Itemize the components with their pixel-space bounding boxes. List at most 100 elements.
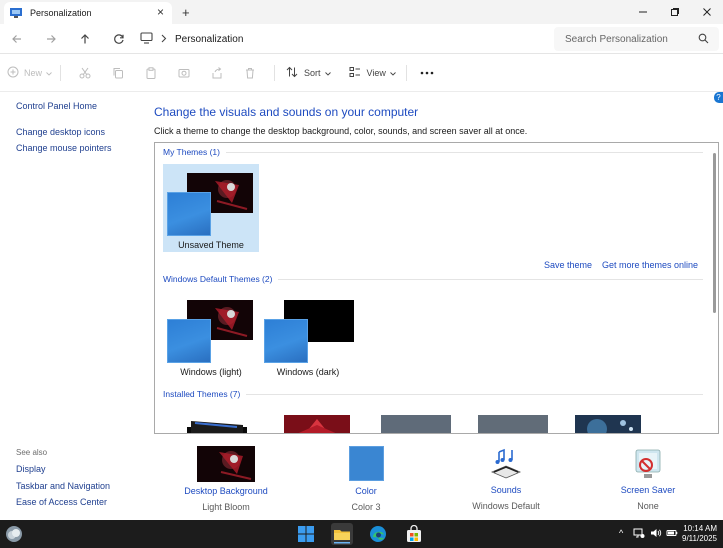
chevron-down-icon — [46, 68, 52, 78]
divider — [405, 65, 407, 81]
installed-theme-preview[interactable] — [575, 415, 641, 433]
control-panel-icon — [10, 8, 22, 18]
divider — [274, 65, 276, 81]
new-tab-button[interactable]: + — [182, 5, 190, 20]
change-mouse-pointers-link[interactable]: Change mouse pointers — [16, 143, 112, 153]
desktop-background-preview — [197, 446, 255, 482]
sort-label: Sort — [304, 68, 321, 78]
control-panel-home-link[interactable]: Control Panel Home — [16, 101, 97, 111]
change-desktop-icons-link[interactable]: Change desktop icons — [16, 127, 105, 137]
monitor-icon — [140, 32, 153, 46]
new-button[interactable]: New — [7, 66, 52, 80]
screen-saver-setting[interactable]: Screen Saver None — [608, 446, 688, 511]
theme-windows-dark[interactable]: Windows (dark) — [260, 291, 356, 379]
installed-theme-preview[interactable] — [478, 415, 548, 433]
color-value: Color 3 — [351, 502, 381, 512]
theme-label: Windows (dark) — [276, 367, 340, 377]
network-icon[interactable] — [633, 527, 645, 541]
sort-button[interactable]: Sort — [286, 66, 331, 80]
up-icon[interactable] — [68, 24, 102, 54]
group-default-themes-label: Windows Default Themes (2) — [163, 274, 273, 284]
battery-icon[interactable] — [666, 527, 678, 541]
see-also-heading: See also — [16, 448, 48, 457]
edge-icon[interactable] — [369, 525, 387, 543]
desktop-background-value: Light Bloom — [202, 502, 250, 512]
delete-icon[interactable] — [244, 67, 256, 79]
installed-theme-preview[interactable] — [381, 415, 451, 433]
clock-time: 10:14 AM — [683, 524, 717, 533]
maximize-button[interactable] — [659, 0, 691, 24]
taskbar-clock[interactable]: 10:14 AM 9/11/2025 — [682, 524, 717, 544]
rename-icon[interactable] — [178, 67, 190, 79]
ease-of-access-link[interactable]: Ease of Access Center — [16, 497, 107, 507]
taskbar-navigation-link[interactable]: Taskbar and Navigation — [16, 481, 110, 491]
installed-theme-preview[interactable] — [187, 415, 247, 433]
display-link[interactable]: Display — [16, 464, 46, 474]
sounds-setting[interactable]: Sounds Windows Default — [466, 446, 546, 511]
theme-color-swatch — [167, 192, 211, 236]
themes-list: My Themes (1) Unsaved Theme Save theme G… — [154, 142, 719, 434]
save-theme-link[interactable]: Save theme — [544, 260, 592, 270]
search-placeholder: Search Personalization — [565, 33, 668, 45]
tray-overflow-chevron[interactable]: ^ — [619, 528, 623, 538]
view-label: View — [366, 68, 386, 78]
taskbar: ^ 10:14 AM 9/11/2025 — [0, 520, 723, 548]
navigation-bar: Personalization Search Personalization — [0, 24, 723, 54]
breadcrumb[interactable]: Personalization — [175, 34, 243, 45]
theme-label: Windows (light) — [180, 367, 242, 377]
paste-icon[interactable] — [145, 67, 157, 79]
chevron-right-icon — [161, 34, 167, 45]
back-icon[interactable] — [0, 24, 34, 54]
group-installed-themes: Installed Themes (7) — [163, 389, 703, 399]
theme-color-swatch — [167, 319, 211, 363]
divider — [60, 65, 62, 81]
theme-windows-light[interactable]: Windows (light) — [163, 291, 259, 379]
sort-icon — [286, 66, 298, 80]
new-icon — [7, 66, 19, 80]
page-subtitle: Click a theme to change the desktop back… — [154, 126, 528, 136]
close-tab-button[interactable]: × — [157, 6, 164, 18]
color-setting[interactable]: Color Color 3 — [326, 446, 406, 512]
cut-icon[interactable] — [79, 67, 91, 79]
chevron-down-icon — [324, 68, 331, 78]
close-window-button[interactable] — [691, 0, 723, 24]
copy-icon[interactable] — [112, 67, 124, 79]
theme-color-swatch — [264, 319, 308, 363]
windows-start-icon[interactable] — [297, 525, 315, 543]
desktop-background-setting[interactable]: Desktop Background Light Bloom — [183, 446, 269, 512]
screen-saver-label: Screen Saver — [620, 485, 676, 495]
page-title: Change the visuals and sounds on your co… — [154, 105, 419, 119]
sounds-icon — [488, 446, 524, 482]
title-bar: Personalization × + — [0, 0, 723, 24]
minimize-button[interactable] — [627, 0, 659, 24]
screen-saver-icon — [630, 446, 666, 482]
color-label: Color — [355, 486, 377, 496]
view-button[interactable]: View — [349, 66, 396, 80]
search-icon — [698, 33, 709, 47]
forward-icon[interactable] — [34, 24, 68, 54]
tab-title: Personalization — [30, 8, 92, 18]
sounds-value: Windows Default — [472, 501, 540, 511]
group-my-themes-label: My Themes (1) — [163, 147, 220, 157]
theme-unsaved[interactable]: Unsaved Theme — [163, 164, 259, 252]
volume-icon[interactable] — [650, 527, 662, 541]
tab-personalization[interactable]: Personalization × — [4, 2, 172, 24]
sounds-label: Sounds — [490, 485, 522, 495]
share-icon[interactable] — [211, 67, 223, 79]
file-explorer-icon[interactable] — [331, 523, 353, 545]
window-controls — [627, 0, 723, 24]
color-swatch — [348, 446, 384, 481]
command-bar: New Sort View — [0, 55, 723, 92]
address-bar[interactable]: Personalization — [140, 27, 546, 51]
refresh-icon[interactable] — [102, 24, 136, 54]
help-button[interactable]: ? — [714, 92, 723, 103]
scrollbar[interactable] — [713, 153, 716, 313]
more-icon[interactable] — [420, 71, 434, 75]
get-more-themes-link[interactable]: Get more themes online — [602, 260, 698, 270]
store-icon[interactable] — [405, 524, 423, 543]
installed-theme-preview[interactable] — [284, 415, 350, 433]
view-icon — [349, 66, 361, 80]
group-default-themes: Windows Default Themes (2) — [163, 274, 703, 284]
search-input[interactable]: Search Personalization — [554, 27, 719, 51]
widgets-icon[interactable] — [5, 525, 23, 543]
